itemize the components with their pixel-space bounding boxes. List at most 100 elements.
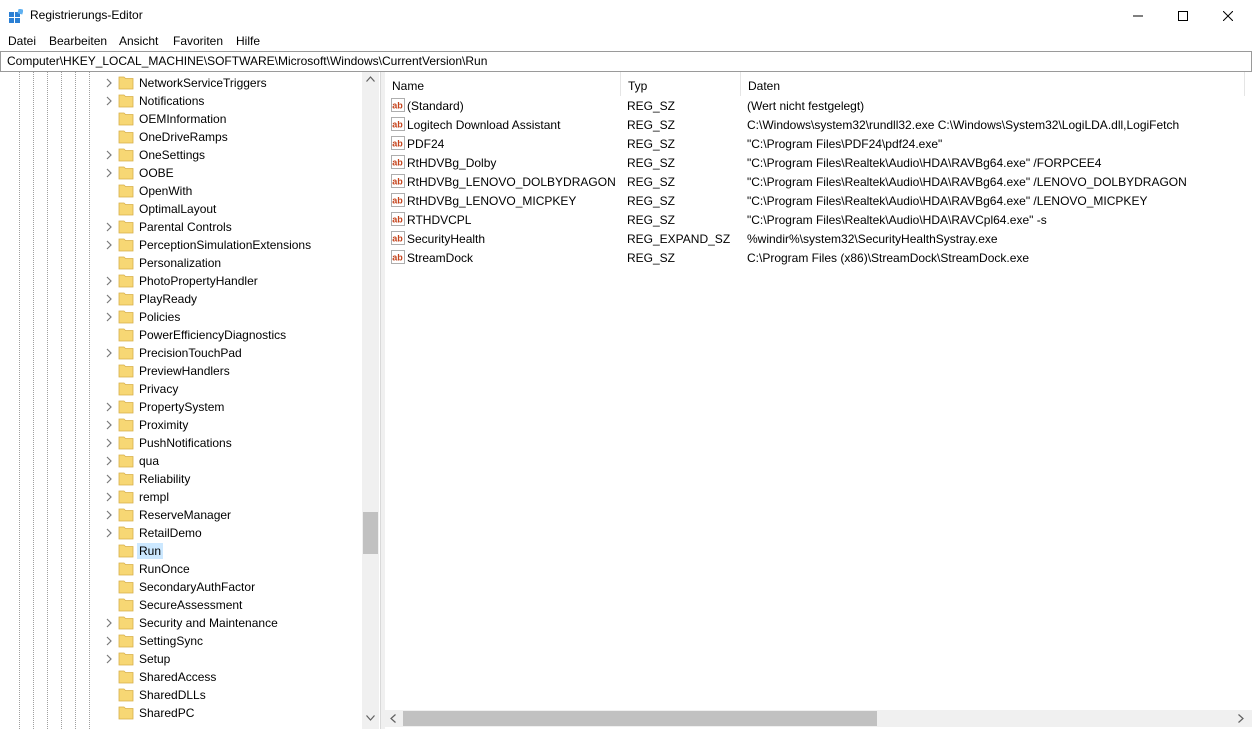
- tree-item[interactable]: OOBE: [0, 164, 362, 182]
- value-name: (Standard): [407, 99, 464, 113]
- chevron-right-icon[interactable]: [104, 275, 114, 287]
- reg-string-value-icon: ab: [391, 193, 405, 207]
- tree-item[interactable]: SharedPC: [0, 704, 362, 722]
- chevron-right-icon[interactable]: [104, 239, 114, 251]
- column-header-data-label: Daten: [748, 79, 781, 93]
- scroll-down-icon[interactable]: [366, 715, 375, 721]
- tree-item[interactable]: RetailDemo: [0, 524, 362, 542]
- tree-item-label: rempl: [139, 490, 170, 504]
- menu-favoriten[interactable]: Favoriten: [173, 34, 223, 48]
- tree-item[interactable]: OEMInformation: [0, 110, 362, 128]
- tree-item[interactable]: OptimalLayout: [0, 200, 362, 218]
- tree-item[interactable]: RunOnce: [0, 560, 362, 578]
- menu-hilfe[interactable]: Hilfe: [236, 34, 260, 48]
- column-separator[interactable]: [1244, 72, 1245, 96]
- chevron-right-icon[interactable]: [104, 311, 114, 323]
- tree-item[interactable]: Parental Controls: [0, 218, 362, 236]
- tree-item[interactable]: qua: [0, 452, 362, 470]
- values-horizontal-scrollbar[interactable]: [385, 710, 1252, 727]
- tree-item[interactable]: NetworkServiceTriggers: [0, 74, 362, 92]
- folder-icon: [118, 634, 134, 648]
- chevron-right-icon[interactable]: [104, 617, 114, 629]
- tree-item[interactable]: PrecisionTouchPad: [0, 344, 362, 362]
- scroll-up-icon[interactable]: [366, 76, 375, 82]
- column-header-data[interactable]: Daten: [741, 72, 1245, 98]
- chevron-right-icon[interactable]: [104, 455, 114, 467]
- tree-item[interactable]: Notifications: [0, 92, 362, 110]
- tree-item[interactable]: PreviewHandlers: [0, 362, 362, 380]
- tree-item[interactable]: OneSettings: [0, 146, 362, 164]
- menu-datei[interactable]: Datei: [8, 34, 36, 48]
- chevron-right-icon[interactable]: [104, 653, 114, 665]
- tree-item[interactable]: OpenWith: [0, 182, 362, 200]
- value-row[interactable]: ab RtHDVBg_Dolby REG_SZ "C:\Program Files\R…: [385, 154, 1245, 173]
- value-row[interactable]: ab Logitech Download Assistant REG_SZ C:\Wi…: [385, 116, 1245, 135]
- values-pane[interactable]: Name Typ Daten ab (Standard) REG_SZ (Wert n…: [385, 72, 1252, 729]
- chevron-right-icon[interactable]: [104, 401, 114, 413]
- chevron-right-icon[interactable]: [104, 491, 114, 503]
- tree-item[interactable]: SecondaryAuthFactor: [0, 578, 362, 596]
- tree-item[interactable]: PerceptionSimulationExtensions: [0, 236, 362, 254]
- tree-item-label: Personalization: [139, 256, 222, 270]
- address-bar[interactable]: Computer\HKEY_LOCAL_MACHINE\SOFTWARE\Mic…: [0, 51, 1252, 72]
- chevron-right-icon[interactable]: [104, 419, 114, 431]
- tree-item[interactable]: PlayReady: [0, 290, 362, 308]
- tree-item[interactable]: PushNotifications: [0, 434, 362, 452]
- values-scroll-thumb[interactable]: [403, 711, 877, 726]
- value-data: "C:\Program Files\PDF24\pdf24.exe": [747, 137, 943, 151]
- scroll-right-icon[interactable]: [1238, 714, 1244, 723]
- column-header-type[interactable]: Typ: [621, 72, 741, 98]
- tree-item[interactable]: PropertySystem: [0, 398, 362, 416]
- menu-bearbeiten[interactable]: Bearbeiten: [49, 34, 107, 48]
- chevron-right-icon[interactable]: [104, 77, 114, 89]
- tree-scroll-thumb[interactable]: [363, 512, 378, 554]
- tree-item[interactable]: SharedDLLs: [0, 686, 362, 704]
- value-row[interactable]: ab (Standard) REG_SZ (Wert nicht festgelegt…: [385, 97, 1245, 116]
- chevron-right-icon[interactable]: [104, 221, 114, 233]
- svg-text:ab: ab: [392, 158, 403, 168]
- chevron-right-icon[interactable]: [104, 347, 114, 359]
- tree-item[interactable]: Personalization: [0, 254, 362, 272]
- chevron-right-icon[interactable]: [104, 527, 114, 539]
- tree-item[interactable]: PowerEfficiencyDiagnostics: [0, 326, 362, 344]
- tree-item[interactable]: Privacy: [0, 380, 362, 398]
- tree-item[interactable]: OneDriveRamps: [0, 128, 362, 146]
- chevron-right-icon[interactable]: [104, 635, 114, 647]
- value-row[interactable]: ab RtHDVBg_LENOVO_MICPKEY REG_SZ "C:\Progra…: [385, 192, 1245, 211]
- chevron-right-icon[interactable]: [104, 473, 114, 485]
- value-row[interactable]: ab RtHDVBg_LENOVO_DOLBYDRAGON REG_SZ "C:\Pr…: [385, 173, 1245, 192]
- tree-item[interactable]: SecureAssessment: [0, 596, 362, 614]
- tree-item[interactable]: Policies: [0, 308, 362, 326]
- chevron-right-icon[interactable]: [104, 149, 114, 161]
- chevron-right-icon[interactable]: [104, 509, 114, 521]
- tree-vertical-scrollbar[interactable]: [362, 72, 379, 729]
- chevron-right-icon[interactable]: [104, 437, 114, 449]
- tree-item[interactable]: Reliability: [0, 470, 362, 488]
- tree-item[interactable]: Security and Maintenance: [0, 614, 362, 632]
- tree-item[interactable]: SettingSync: [0, 632, 362, 650]
- chevron-right-icon[interactable]: [104, 167, 114, 179]
- value-type: REG_SZ: [627, 99, 676, 113]
- value-row[interactable]: ab RTHDVCPL REG_SZ "C:\Program Files\Realte…: [385, 211, 1245, 230]
- value-row[interactable]: ab StreamDock REG_SZ C:\Program Files (x86)…: [385, 249, 1245, 268]
- scroll-left-icon[interactable]: [390, 714, 396, 723]
- tree-item[interactable]: Proximity: [0, 416, 362, 434]
- tree-item[interactable]: Setup: [0, 650, 362, 668]
- tree-item[interactable]: rempl: [0, 488, 362, 506]
- key-tree-pane[interactable]: NetworkServiceTriggers Notifications OEMIn…: [0, 72, 381, 729]
- maximize-button[interactable]: [1160, 0, 1206, 31]
- column-header-name[interactable]: Name: [385, 72, 621, 98]
- menu-ansicht[interactable]: Ansicht: [119, 34, 158, 48]
- tree-item-label: qua: [139, 454, 160, 468]
- chevron-right-icon[interactable]: [104, 95, 114, 107]
- value-row[interactable]: ab SecurityHealth REG_EXPAND_SZ %windir%\sy…: [385, 230, 1245, 249]
- tree-item[interactable]: PhotoPropertyHandler: [0, 272, 362, 290]
- tree-item[interactable]: ReserveManager: [0, 506, 362, 524]
- tree-item[interactable]: Run: [0, 542, 362, 560]
- minimize-button[interactable]: [1115, 0, 1161, 31]
- tree-item[interactable]: SharedAccess: [0, 668, 362, 686]
- close-button[interactable]: [1205, 0, 1251, 31]
- value-row[interactable]: ab PDF24 REG_SZ "C:\Program Files\PDF24\pdf…: [385, 135, 1245, 154]
- chevron-right-icon[interactable]: [104, 293, 114, 305]
- menu-bar: Datei Bearbeiten Ansicht Favoriten Hilfe: [0, 31, 1252, 51]
